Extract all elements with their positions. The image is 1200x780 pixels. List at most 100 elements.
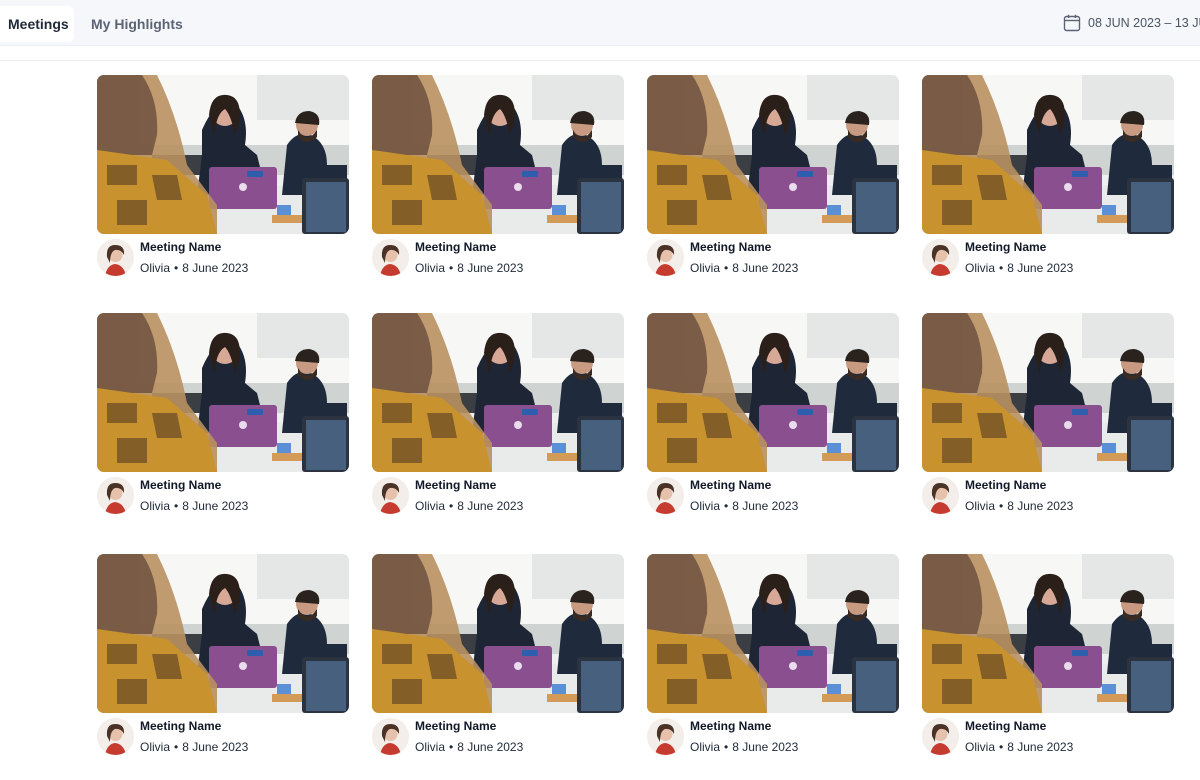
meeting-date: 8 June 2023	[182, 499, 249, 513]
meeting-subtitle: Olivia • 8 June 2023	[415, 261, 523, 275]
meeting-subtitle: Olivia • 8 June 2023	[140, 499, 248, 513]
separator-dot: •	[174, 261, 179, 275]
meeting-meta: Meeting Name Olivia • 8 June 2023	[372, 477, 624, 517]
meeting-title[interactable]: Meeting Name	[965, 719, 1046, 733]
meeting-meta: Meeting Name Olivia • 8 June 2023	[647, 239, 899, 279]
meeting-thumbnail[interactable]	[647, 75, 899, 234]
meeting-date: 8 June 2023	[1007, 499, 1074, 513]
meeting-host: Olivia	[415, 740, 446, 754]
meeting-host: Olivia	[965, 499, 996, 513]
meeting-title[interactable]: Meeting Name	[965, 478, 1046, 492]
meeting-host: Olivia	[140, 499, 171, 513]
avatar	[922, 718, 959, 755]
meeting-host: Olivia	[140, 261, 171, 275]
meeting-host: Olivia	[965, 740, 996, 754]
avatar	[372, 239, 409, 276]
separator-dot: •	[174, 740, 179, 754]
meeting-thumbnail[interactable]	[372, 313, 624, 472]
meeting-meta: Meeting Name Olivia • 8 June 2023	[922, 239, 1174, 279]
meeting-subtitle: Olivia • 8 June 2023	[415, 740, 523, 754]
avatar	[97, 239, 134, 276]
meeting-meta: Meeting Name Olivia • 8 June 2023	[97, 718, 349, 758]
meeting-title[interactable]: Meeting Name	[690, 240, 771, 254]
meeting-thumbnail[interactable]	[97, 554, 349, 713]
meeting-host: Olivia	[690, 740, 721, 754]
meeting-meta: Meeting Name Olivia • 8 June 2023	[647, 718, 899, 758]
separator-dot: •	[724, 261, 729, 275]
date-range-picker[interactable]: 08 JUN 2023 – 13 JUN	[1062, 12, 1200, 34]
meeting-title[interactable]: Meeting Name	[965, 240, 1046, 254]
separator-dot: •	[449, 740, 454, 754]
separator-dot: •	[999, 499, 1004, 513]
meeting-card[interactable]: Meeting Name Olivia • 8 June 2023	[647, 313, 899, 523]
meeting-title[interactable]: Meeting Name	[140, 240, 221, 254]
meeting-card[interactable]: Meeting Name Olivia • 8 June 2023	[922, 554, 1174, 764]
meeting-thumbnail[interactable]	[372, 554, 624, 713]
meeting-host: Olivia	[690, 499, 721, 513]
meeting-card[interactable]: Meeting Name Olivia • 8 June 2023	[97, 75, 349, 285]
avatar	[922, 239, 959, 276]
meeting-subtitle: Olivia • 8 June 2023	[140, 261, 248, 275]
separator-dot: •	[724, 740, 729, 754]
meeting-thumbnail[interactable]	[372, 75, 624, 234]
meeting-subtitle: Olivia • 8 June 2023	[965, 499, 1073, 513]
meeting-thumbnail[interactable]	[97, 313, 349, 472]
meeting-meta: Meeting Name Olivia • 8 June 2023	[97, 239, 349, 279]
meeting-date: 8 June 2023	[1007, 261, 1074, 275]
meeting-date: 8 June 2023	[732, 499, 799, 513]
meeting-card[interactable]: Meeting Name Olivia • 8 June 2023	[97, 554, 349, 764]
meeting-title[interactable]: Meeting Name	[415, 478, 496, 492]
meeting-date: 8 June 2023	[732, 740, 799, 754]
meeting-host: Olivia	[965, 261, 996, 275]
meeting-date: 8 June 2023	[457, 261, 524, 275]
meeting-title[interactable]: Meeting Name	[140, 478, 221, 492]
tab-my-highlights[interactable]: My Highlights	[91, 6, 183, 42]
meeting-host: Olivia	[140, 740, 171, 754]
meeting-meta: Meeting Name Olivia • 8 June 2023	[922, 477, 1174, 517]
meeting-card[interactable]: Meeting Name Olivia • 8 June 2023	[97, 313, 349, 523]
meeting-title[interactable]: Meeting Name	[415, 719, 496, 733]
meeting-card[interactable]: Meeting Name Olivia • 8 June 2023	[922, 313, 1174, 523]
meeting-host: Olivia	[415, 261, 446, 275]
meeting-card[interactable]: Meeting Name Olivia • 8 June 2023	[647, 75, 899, 285]
meeting-meta: Meeting Name Olivia • 8 June 2023	[922, 718, 1174, 758]
meeting-meta: Meeting Name Olivia • 8 June 2023	[647, 477, 899, 517]
meeting-subtitle: Olivia • 8 June 2023	[140, 740, 248, 754]
meeting-thumbnail[interactable]	[922, 313, 1174, 472]
meeting-host: Olivia	[415, 499, 446, 513]
meeting-date: 8 June 2023	[182, 740, 249, 754]
meeting-date: 8 June 2023	[457, 499, 524, 513]
meeting-date: 8 June 2023	[182, 261, 249, 275]
meeting-thumbnail[interactable]	[922, 554, 1174, 713]
meeting-title[interactable]: Meeting Name	[690, 719, 771, 733]
top-bar: Meetings My Highlights 08 JUN 2023 – 13 …	[0, 0, 1200, 46]
separator-dot: •	[999, 261, 1004, 275]
separator-dot: •	[174, 499, 179, 513]
avatar	[372, 718, 409, 755]
avatar	[922, 477, 959, 514]
tab-meetings[interactable]: Meetings	[0, 6, 74, 42]
meeting-subtitle: Olivia • 8 June 2023	[965, 261, 1073, 275]
header-divider	[0, 60, 1200, 61]
avatar	[97, 718, 134, 755]
meeting-title[interactable]: Meeting Name	[140, 719, 221, 733]
meeting-subtitle: Olivia • 8 June 2023	[690, 261, 798, 275]
meeting-card[interactable]: Meeting Name Olivia • 8 June 2023	[372, 313, 624, 523]
meeting-title[interactable]: Meeting Name	[690, 478, 771, 492]
meeting-thumbnail[interactable]	[97, 75, 349, 234]
meeting-card[interactable]: Meeting Name Olivia • 8 June 2023	[647, 554, 899, 764]
meeting-card[interactable]: Meeting Name Olivia • 8 June 2023	[922, 75, 1174, 285]
meeting-thumbnail[interactable]	[647, 554, 899, 713]
meeting-date: 8 June 2023	[732, 261, 799, 275]
date-range-text: 08 JUN 2023 – 13 JUN	[1088, 16, 1200, 30]
meeting-date: 8 June 2023	[457, 740, 524, 754]
meeting-subtitle: Olivia • 8 June 2023	[690, 499, 798, 513]
meeting-title[interactable]: Meeting Name	[415, 240, 496, 254]
meeting-meta: Meeting Name Olivia • 8 June 2023	[372, 239, 624, 279]
meeting-thumbnail[interactable]	[922, 75, 1174, 234]
meeting-meta: Meeting Name Olivia • 8 June 2023	[97, 477, 349, 517]
meeting-thumbnail[interactable]	[647, 313, 899, 472]
avatar	[372, 477, 409, 514]
meeting-card[interactable]: Meeting Name Olivia • 8 June 2023	[372, 75, 624, 285]
meeting-card[interactable]: Meeting Name Olivia • 8 June 2023	[372, 554, 624, 764]
